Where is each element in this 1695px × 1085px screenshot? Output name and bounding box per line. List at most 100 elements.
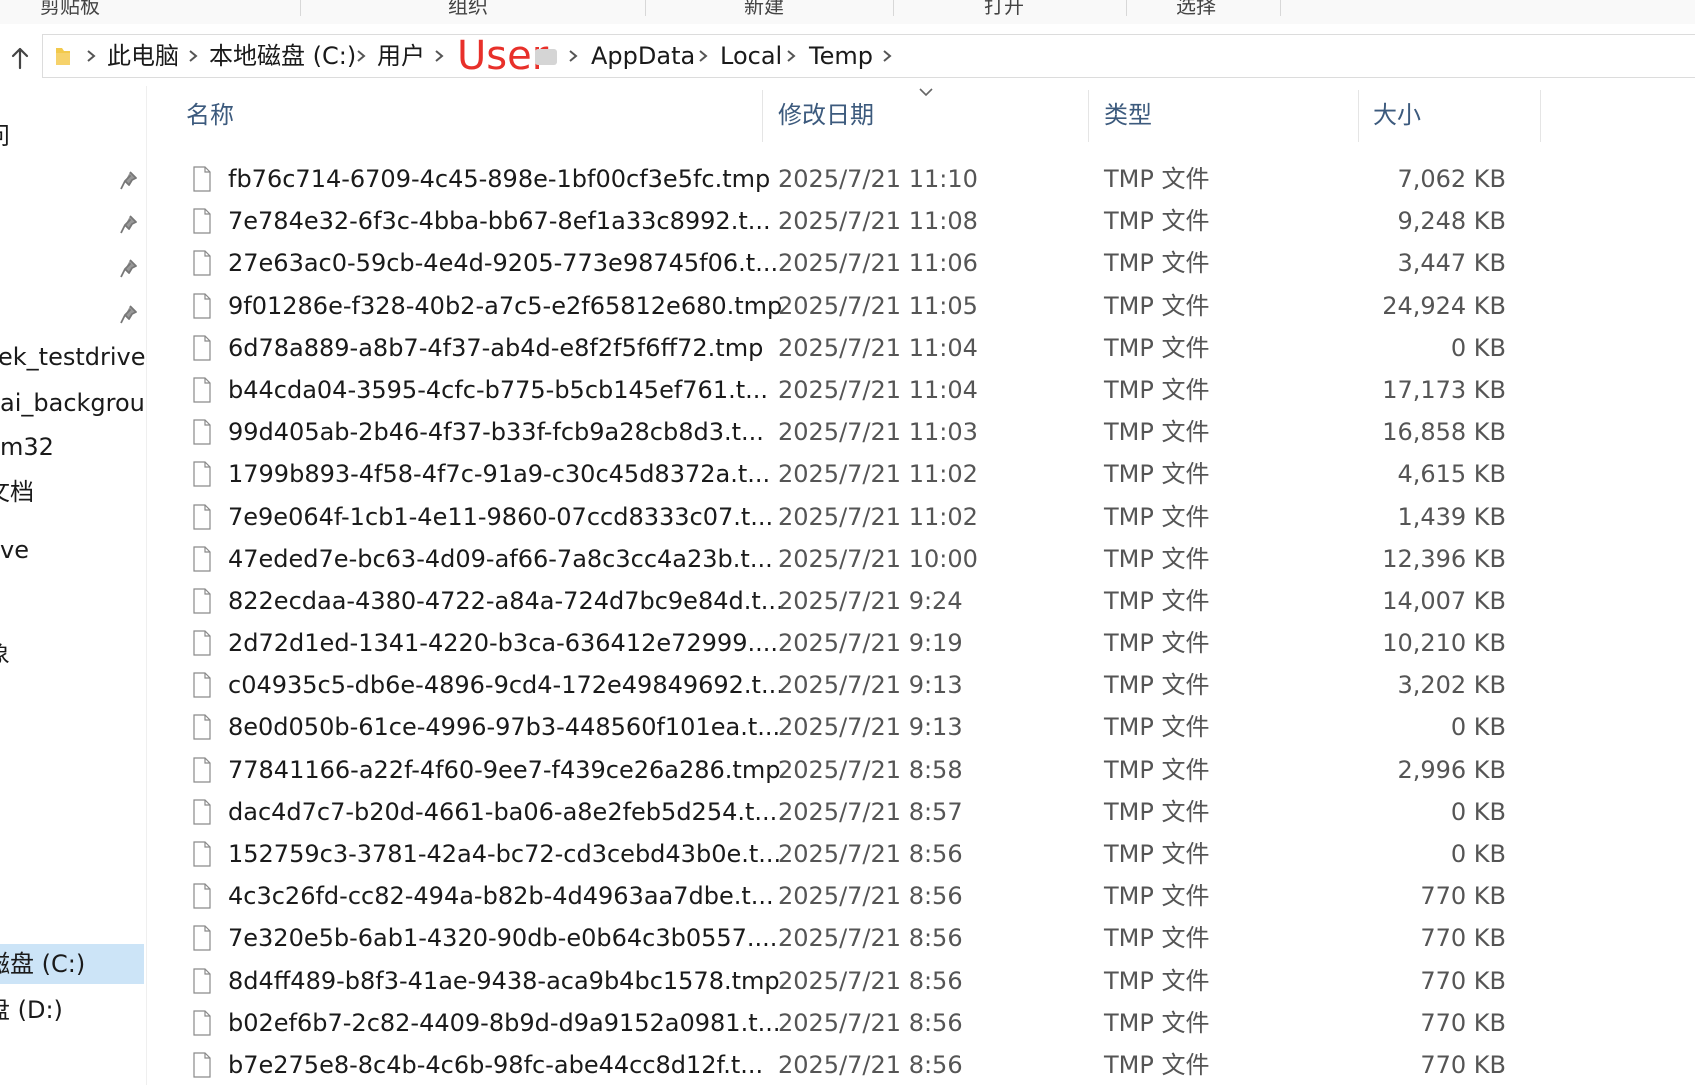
column-separator[interactable]	[1358, 90, 1359, 142]
redaction-blur	[535, 49, 557, 65]
file-row[interactable]: 4c3c26fd-cc82-494a-b82b-4d4963aa7dbe.t..…	[148, 875, 1548, 917]
file-type: TMP 文件	[1104, 375, 1210, 404]
file-type: TMP 文件	[1104, 1008, 1210, 1037]
nav-item[interactable]: 盘 (D:)	[0, 990, 63, 1030]
file-size: 770 KB	[1420, 966, 1506, 995]
file-row[interactable]: 7e784e32-6f3c-4bba-bb67-8ef1a33c8992.t..…	[148, 200, 1548, 242]
file-modified-date: 2025/7/21 9:24	[778, 586, 963, 615]
file-size: 9,248 KB	[1397, 207, 1506, 236]
nav-item[interactable]: _ek_testdrive	[0, 337, 146, 377]
ribbon-group-clipboard: 剪贴板	[40, 0, 100, 18]
column-separator[interactable]	[1540, 90, 1541, 142]
column-header-date[interactable]: 修改日期	[778, 90, 874, 140]
column-separator[interactable]	[762, 90, 763, 142]
file-name: c04935c5-db6e-4896-9cd4-172e49849692.t..…	[228, 671, 784, 700]
nav-item[interactable]: ve	[0, 530, 29, 570]
file-icon	[193, 250, 211, 276]
file-row[interactable]: 1799b893-4f58-4f7c-91a9-c30c45d8372a.t..…	[148, 453, 1548, 495]
file-size: 770 KB	[1420, 1008, 1506, 1037]
breadcrumb-local-disk-c[interactable]: 本地磁盘 (C:)	[209, 35, 356, 77]
file-name: 99d405ab-2b46-4f37-b33f-fcb9a28cb8d3.t..…	[228, 418, 764, 447]
file-size: 3,202 KB	[1397, 671, 1506, 700]
navigation-pane: 问 _ek_testdrive ai_backgrour m32 文档 ve 象…	[0, 86, 147, 1085]
ribbon-separator	[645, 0, 646, 16]
pin-icon[interactable]	[118, 214, 138, 236]
up-button[interactable]	[4, 40, 36, 76]
nav-item[interactable]: 象	[0, 634, 10, 674]
file-row[interactable]: 6d78a889-a8b7-4f37-ab4d-e8f2f5f6ff72.tmp…	[148, 327, 1548, 369]
file-type: TMP 文件	[1104, 924, 1210, 953]
file-row[interactable]: b7e275e8-8c4b-4c6b-98fc-abe44cc8d12f.t..…	[148, 1044, 1548, 1085]
nav-item[interactable]: 问	[0, 116, 10, 156]
file-size: 4,615 KB	[1397, 460, 1506, 489]
file-icon	[193, 335, 211, 361]
pin-icon[interactable]	[118, 170, 138, 192]
file-type: TMP 文件	[1104, 333, 1210, 362]
file-size: 770 KB	[1420, 924, 1506, 953]
ribbon-separator	[1280, 0, 1281, 16]
nav-item[interactable]: ai_backgrour	[0, 383, 146, 423]
file-row[interactable]: 99d405ab-2b46-4f37-b33f-fcb9a28cb8d3.t..…	[148, 411, 1548, 453]
column-header-size[interactable]: 大小	[1373, 90, 1421, 140]
file-row[interactable]: 2d72d1ed-1341-4220-b3ca-636412e72999....…	[148, 622, 1548, 664]
breadcrumb-temp[interactable]: Temp	[809, 35, 873, 77]
column-header-name[interactable]: 名称	[186, 90, 234, 140]
file-icon	[193, 461, 211, 487]
ribbon-group-select: 选择	[1176, 0, 1216, 18]
file-icon	[193, 841, 211, 867]
nav-item[interactable]: m32	[0, 427, 54, 467]
breadcrumb-local[interactable]: Local	[720, 35, 782, 77]
ribbon-separator	[300, 0, 301, 16]
file-row[interactable]: 8d4ff489-b8f3-41ae-9438-aca9b4bc1578.tmp…	[148, 960, 1548, 1002]
file-name: 1799b893-4f58-4f7c-91a9-c30c45d8372a.t..…	[228, 460, 771, 489]
column-separator[interactable]	[1088, 90, 1089, 142]
file-row[interactable]: 47eded7e-bc63-4d09-af66-7a8c3cc4a23b.t..…	[148, 538, 1548, 580]
file-icon	[193, 546, 211, 572]
chevron-right-icon[interactable]	[881, 49, 893, 63]
address-bar[interactable]: 此电脑 本地磁盘 (C:) 用户 User AppData Local Temp	[42, 34, 1695, 78]
file-row[interactable]: dac4d7c7-b20d-4661-ba06-a8e2feb5d254.t..…	[148, 791, 1548, 833]
breadcrumb-this-pc[interactable]: 此电脑	[107, 35, 179, 77]
file-type: TMP 文件	[1104, 1050, 1210, 1079]
nav-item-selected[interactable]: 磁盘 (C:)	[0, 944, 144, 984]
file-row[interactable]: 7e9e064f-1cb1-4e11-9860-07ccd8333c07.t..…	[148, 496, 1548, 538]
file-size: 770 KB	[1420, 1050, 1506, 1079]
file-size: 0 KB	[1450, 840, 1506, 868]
sort-chevron-icon	[919, 88, 933, 97]
file-modified-date: 2025/7/21 11:05	[778, 291, 978, 320]
file-row[interactable]: b44cda04-3595-4cfc-b775-b5cb145ef761.t..…	[148, 369, 1548, 411]
breadcrumb-appdata[interactable]: AppData	[591, 35, 695, 77]
file-row[interactable]: 822ecdaa-4380-4722-a84a-724d7bc9e84d.t..…	[148, 580, 1548, 622]
breadcrumb-users[interactable]: 用户	[377, 35, 425, 77]
file-modified-date: 2025/7/21 11:06	[778, 249, 978, 278]
file-size: 16,858 KB	[1382, 418, 1506, 447]
file-row[interactable]: b02ef6b7-2c82-4409-8b9d-d9a9152a0981.t..…	[148, 1002, 1548, 1044]
file-row[interactable]: 7e320e5b-6ab1-4320-90db-e0b64c3b0557....…	[148, 917, 1548, 959]
file-modified-date: 2025/7/21 8:56	[778, 1050, 963, 1079]
chevron-right-icon	[435, 50, 444, 62]
file-icon	[193, 714, 211, 741]
file-modified-date: 2025/7/21 8:58	[778, 755, 963, 784]
file-size: 24,924 KB	[1382, 291, 1506, 320]
nav-item[interactable]: 文档	[0, 472, 34, 512]
file-row[interactable]: 152759c3-3781-42a4-bc72-cd3cebd43b0e.t..…	[148, 833, 1548, 875]
chevron-right-icon	[87, 50, 96, 62]
file-type: TMP 文件	[1104, 966, 1210, 995]
file-type: TMP 文件	[1104, 418, 1210, 447]
file-icon	[193, 757, 211, 783]
file-row[interactable]: c04935c5-db6e-4896-9cd4-172e49849692.t..…	[148, 664, 1548, 706]
file-row[interactable]: 77841166-a22f-4f60-9ee7-f439ce26a286.tmp…	[148, 749, 1548, 791]
pin-icon[interactable]	[118, 304, 138, 326]
file-row[interactable]: 8e0d050b-61ce-4996-97b3-448560f101ea.t..…	[148, 706, 1548, 748]
file-modified-date: 2025/7/21 9:19	[778, 629, 963, 658]
chevron-right-icon	[787, 50, 796, 62]
pin-icon[interactable]	[118, 258, 138, 280]
column-header-type[interactable]: 类型	[1104, 90, 1152, 140]
file-name: dac4d7c7-b20d-4661-ba06-a8e2feb5d254.t..…	[228, 797, 778, 826]
file-rows: fb76c714-6709-4c45-898e-1bf00cf3e5fc.tmp…	[148, 158, 1548, 1085]
file-row[interactable]: 27e63ac0-59cb-4e4d-9205-773e98745f06.t..…	[148, 242, 1548, 284]
file-row[interactable]: fb76c714-6709-4c45-898e-1bf00cf3e5fc.tmp…	[148, 158, 1548, 200]
file-row[interactable]: 9f01286e-f328-40b2-a7c5-e2f65812e680.tmp…	[148, 285, 1548, 327]
file-icon	[193, 377, 211, 403]
file-icon	[193, 967, 211, 994]
